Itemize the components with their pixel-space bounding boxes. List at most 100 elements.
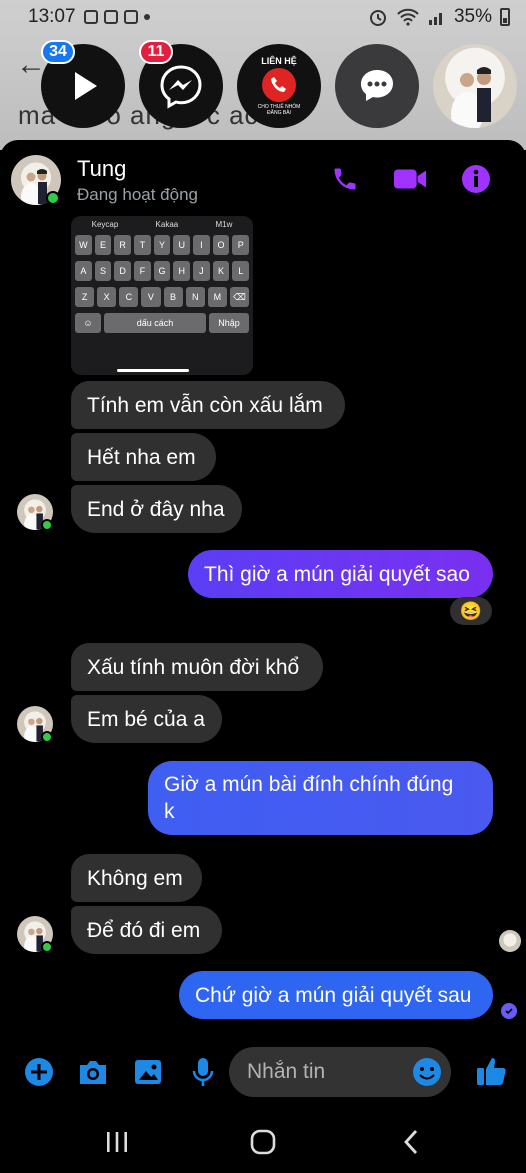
message-outgoing[interactable]: Thì giờ a mún giải quyết sao xyxy=(188,550,493,598)
message-incoming[interactable]: End ở đây nha xyxy=(71,485,242,533)
key: E xyxy=(94,235,112,255)
key: L xyxy=(232,261,250,281)
chat-head-avatar[interactable] xyxy=(433,44,517,128)
keyboard-row-4: ☺ dấu cách Nhập xyxy=(71,310,253,336)
key: N xyxy=(185,287,205,307)
key: O xyxy=(212,235,230,255)
key: C xyxy=(119,287,139,307)
suggestion: Kakaa xyxy=(155,220,179,229)
bag-icon xyxy=(123,10,138,24)
key: Z xyxy=(75,287,95,307)
keyboard-suggestions: Keycap Kakaa M1w xyxy=(71,216,253,232)
avatar xyxy=(433,44,517,128)
battery-percent: 35% xyxy=(453,6,492,27)
suggestion: Keycap xyxy=(91,220,119,229)
key: H xyxy=(173,261,191,281)
emoji-icon[interactable] xyxy=(412,1057,442,1092)
online-indicator xyxy=(46,191,60,205)
online-indicator xyxy=(41,519,53,531)
gallery-icon xyxy=(103,10,118,24)
seen-avatar xyxy=(499,930,521,952)
keyboard-row-2: A S D F G H J K L xyxy=(71,258,253,284)
shared-image-keyboard[interactable]: Keycap Kakaa M1w W E R T Y U I O P A S D… xyxy=(71,216,253,375)
space-key: dấu cách xyxy=(104,313,206,333)
status-right: 35% xyxy=(368,6,510,28)
key: M xyxy=(207,287,227,307)
gallery-icon[interactable] xyxy=(132,1056,164,1088)
key: A xyxy=(75,261,92,281)
message-incoming[interactable]: Em bé của a xyxy=(71,695,222,743)
message-outgoing[interactable]: Chứ giờ a mún giải quyết sau xyxy=(179,971,493,1019)
like-icon[interactable] xyxy=(474,1053,508,1089)
message-input[interactable] xyxy=(247,1047,417,1097)
phone-icon xyxy=(262,68,296,102)
message-line: Giờ a mún bài đính chính đúng xyxy=(164,773,454,796)
message-line: k xyxy=(164,800,175,823)
lien-he-caption-2: ĐĂNG BÀI xyxy=(267,110,291,116)
screen: 13:07 35% ← ma o So ang c c ac v 34 11 L… xyxy=(0,0,526,1173)
video-call-icon[interactable] xyxy=(393,162,427,196)
info-icon[interactable] xyxy=(459,162,493,196)
key: ⌫ xyxy=(229,287,249,307)
key: X xyxy=(97,287,117,307)
message-outgoing[interactable]: Giờ a mún bài đính chính đúng k xyxy=(148,761,493,835)
reaction-badge[interactable]: 😆 xyxy=(450,597,492,625)
key: G xyxy=(153,261,171,281)
more-dot-icon xyxy=(143,14,150,20)
voice-call-icon[interactable] xyxy=(328,162,362,196)
key: I xyxy=(193,235,210,255)
camera-icon[interactable] xyxy=(77,1056,109,1088)
home-indicator xyxy=(117,369,189,372)
unread-badge: 11 xyxy=(139,40,173,64)
sent-check-icon xyxy=(501,1003,517,1019)
chat-head-messenger[interactable]: 11 xyxy=(139,40,223,128)
unread-badge: 34 xyxy=(41,40,75,64)
key: B xyxy=(163,287,183,307)
key: R xyxy=(114,235,132,255)
message-incoming[interactable]: Xấu tính muôn đời khổ xyxy=(71,643,323,691)
key: D xyxy=(114,261,132,281)
notification-icons xyxy=(83,10,150,24)
chat-bubble-icon xyxy=(335,44,419,128)
youtube-icon xyxy=(83,10,98,24)
home-icon[interactable] xyxy=(243,1122,283,1162)
online-indicator xyxy=(41,731,53,743)
enter-key: Nhập xyxy=(209,313,249,333)
suggestion: M1w xyxy=(215,220,233,229)
lien-he-title: LIÊN HỆ xyxy=(261,56,297,66)
key: V xyxy=(141,287,161,307)
key: W xyxy=(75,235,92,255)
presence-status: Đang hoạt động xyxy=(77,185,198,204)
key: U xyxy=(173,235,191,255)
keyboard-row-3: Z X C V B N M ⌫ xyxy=(71,284,253,310)
key: J xyxy=(193,261,210,281)
key: S xyxy=(94,261,112,281)
key: Y xyxy=(153,235,171,255)
microphone-icon[interactable] xyxy=(187,1056,219,1088)
key: T xyxy=(134,235,151,255)
status-time: 13:07 xyxy=(28,6,76,27)
message-incoming[interactable]: Không em xyxy=(71,854,202,902)
key: P xyxy=(232,235,250,255)
key: K xyxy=(212,261,230,281)
chat-head-lien-he[interactable]: LIÊN HỆ CHO THUÊ NHÓM ĐĂNG BÀI xyxy=(237,44,321,128)
emoji-key: ☺ xyxy=(75,313,101,333)
chat-head-chat[interactable] xyxy=(335,44,419,128)
signal-icon xyxy=(428,13,442,25)
status-bar: 13:07 35% xyxy=(0,0,526,34)
alarm-icon xyxy=(369,10,386,26)
contact-name[interactable]: Tung xyxy=(77,156,126,182)
chat-head-play[interactable]: 34 xyxy=(41,40,125,128)
message-incoming[interactable]: Tính em vẫn còn xấu lắm xyxy=(71,381,345,429)
add-icon[interactable] xyxy=(23,1056,55,1088)
message-incoming[interactable]: Hết nha em xyxy=(71,433,216,481)
message-incoming[interactable]: Để đó đi em xyxy=(71,906,222,954)
online-indicator xyxy=(41,941,53,953)
wifi-icon xyxy=(397,8,419,26)
recent-apps-icon[interactable] xyxy=(97,1122,137,1162)
back-icon[interactable] xyxy=(391,1122,431,1162)
message-input-box[interactable] xyxy=(229,1047,451,1097)
key: F xyxy=(134,261,151,281)
battery-icon xyxy=(500,8,510,26)
keyboard-row-1: W E R T Y U I O P xyxy=(71,232,253,258)
